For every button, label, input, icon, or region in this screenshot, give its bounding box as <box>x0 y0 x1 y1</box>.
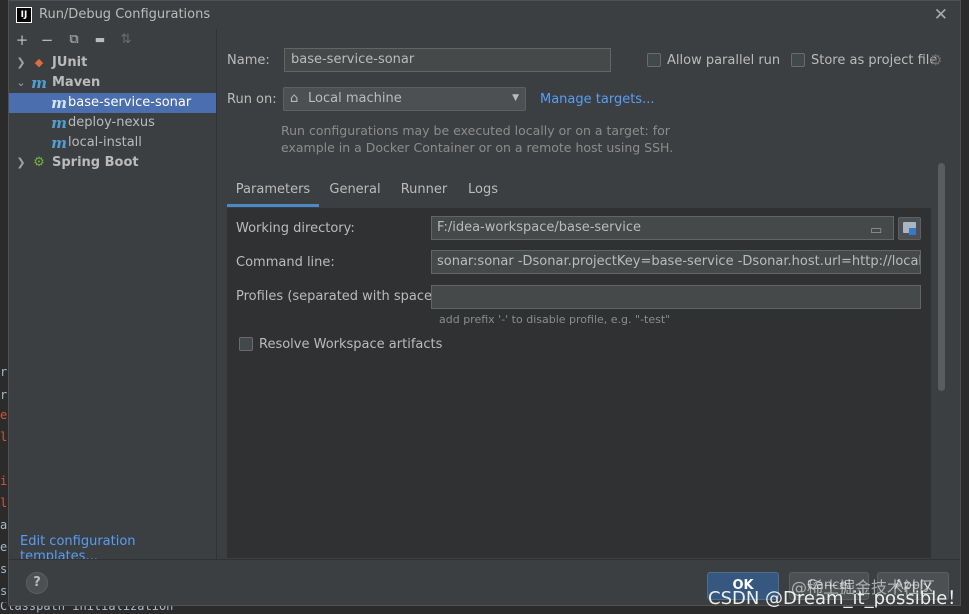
name-label: Name: <box>227 53 270 68</box>
tree-item-label: Spring Boot <box>52 155 139 170</box>
bg-char: s <box>0 584 8 598</box>
home-icon: ⌂ <box>290 91 299 106</box>
configurations-tree-panel: + − ⧉ ▬ ⇅ ❯ ◆ JUnit ⌄ m Maven m base-ser… <box>9 29 217 564</box>
maven-icon: m <box>51 134 67 152</box>
tree-item-label: local-install <box>68 135 142 150</box>
bg-char: e <box>0 540 8 554</box>
resolve-workspace-artifacts-label: Resolve Workspace artifacts <box>259 337 443 352</box>
tab-general[interactable]: General <box>323 177 387 207</box>
tree-item-local-install[interactable]: m local-install <box>9 133 216 153</box>
allow-parallel-run-checkbox[interactable] <box>647 53 661 67</box>
tree-item-base-service-sonar[interactable]: m base-service-sonar <box>9 93 216 113</box>
sort-icon[interactable]: ⇅ <box>117 31 135 49</box>
working-directory-label: Working directory: <box>236 221 355 236</box>
tree-item-spring-boot[interactable]: ❯ ⚙ Spring Boot <box>9 153 216 173</box>
tree-item-label: JUnit <box>52 55 88 70</box>
working-directory-value: F:/idea-workspace/base-service <box>437 220 641 235</box>
title-bar[interactable]: IJ Run/Debug Configurations ✕ <box>9 1 960 29</box>
bg-char: i <box>0 474 8 488</box>
bg-char: r <box>0 365 8 379</box>
macro-badge <box>909 228 916 235</box>
run-on-help-line: example in a Docker Container or on a re… <box>281 140 674 155</box>
scrollbar-thumb[interactable] <box>938 163 945 391</box>
folder-icon[interactable]: ▭ <box>870 220 888 238</box>
store-as-project-file-label: Store as project file <box>811 53 938 68</box>
chevron-right-icon[interactable]: ❯ <box>15 153 27 173</box>
tree-item-label: Maven <box>52 75 101 90</box>
allow-parallel-run-label: Allow parallel run <box>667 53 781 68</box>
run-on-help-line: Run configurations may be executed local… <box>281 123 670 138</box>
add-icon[interactable]: + <box>13 31 31 49</box>
spring-boot-icon: ⚙ <box>33 155 45 170</box>
command-line-field[interactable]: sonar:sonar -Dsonar.projectKey=base-serv… <box>431 250 921 274</box>
resolve-workspace-artifacts-checkbox[interactable] <box>239 337 253 351</box>
intellij-app-icon: IJ <box>16 7 32 23</box>
bg-char: l <box>0 496 8 510</box>
bg-char: r <box>0 388 8 402</box>
tree-item-deploy-nexus[interactable]: m deploy-nexus <box>9 113 216 133</box>
tree-toolbar: + − ⧉ ▬ ⇅ <box>9 29 216 53</box>
run-on-help-text: Run configurations may be executed local… <box>281 122 681 156</box>
tree-item-label: base-service-sonar <box>68 95 192 110</box>
gear-icon[interactable]: ⚙ <box>929 51 942 69</box>
profiles-field[interactable] <box>431 285 921 309</box>
tree-item-label: deploy-nexus <box>68 115 155 130</box>
tree-item-junit[interactable]: ❯ ◆ JUnit <box>9 53 216 73</box>
name-input[interactable]: base-service-sonar <box>284 48 611 72</box>
copy-icon[interactable]: ⧉ <box>65 31 83 49</box>
command-line-label: Command line: <box>236 255 335 270</box>
chevron-down-icon[interactable]: ⌄ <box>15 73 27 93</box>
profiles-label: Profiles (separated with space): <box>236 289 442 304</box>
profiles-hint: add prefix '-' to disable profile, e.g. … <box>439 313 671 326</box>
tab-runner[interactable]: Runner <box>393 177 455 207</box>
window-title: Run/Debug Configurations <box>39 7 211 22</box>
watermark-csdn: CSDN @Dream_it_possible！ <box>708 588 966 609</box>
store-as-project-file-checkbox[interactable] <box>791 53 805 67</box>
maven-icon: m <box>51 114 67 132</box>
working-directory-field[interactable]: F:/idea-workspace/base-service ▭ <box>431 216 894 240</box>
run-debug-configurations-dialog: IJ Run/Debug Configurations ✕ + − ⧉ ▬ ⇅ … <box>8 0 961 606</box>
junit-icon: ◆ <box>34 56 44 69</box>
run-on-label: Run on: <box>227 92 277 107</box>
chevron-down-icon: ▼ <box>512 93 519 103</box>
bg-char: l <box>0 430 8 444</box>
close-icon[interactable]: ✕ <box>934 5 948 25</box>
bg-char: s <box>0 562 8 576</box>
tab-logs[interactable]: Logs <box>461 177 505 207</box>
chevron-right-icon[interactable]: ❯ <box>15 53 27 73</box>
insert-macro-folder-icon[interactable] <box>898 217 921 240</box>
run-on-dropdown[interactable]: ⌂ Local machine ▼ <box>283 87 526 111</box>
bg-char: e <box>0 408 8 422</box>
tab-parameters[interactable]: Parameters <box>227 177 319 207</box>
maven-icon: m <box>51 94 67 112</box>
remove-icon[interactable]: − <box>38 31 56 49</box>
maven-icon: m <box>31 74 47 92</box>
help-button[interactable]: ? <box>26 572 48 594</box>
bg-char: a <box>0 518 8 532</box>
new-folder-icon[interactable]: ▬ <box>91 31 109 49</box>
manage-targets-link[interactable]: Manage targets... <box>540 92 654 107</box>
run-on-value: Local machine <box>308 91 402 106</box>
tree-item-maven[interactable]: ⌄ m Maven <box>9 73 216 93</box>
